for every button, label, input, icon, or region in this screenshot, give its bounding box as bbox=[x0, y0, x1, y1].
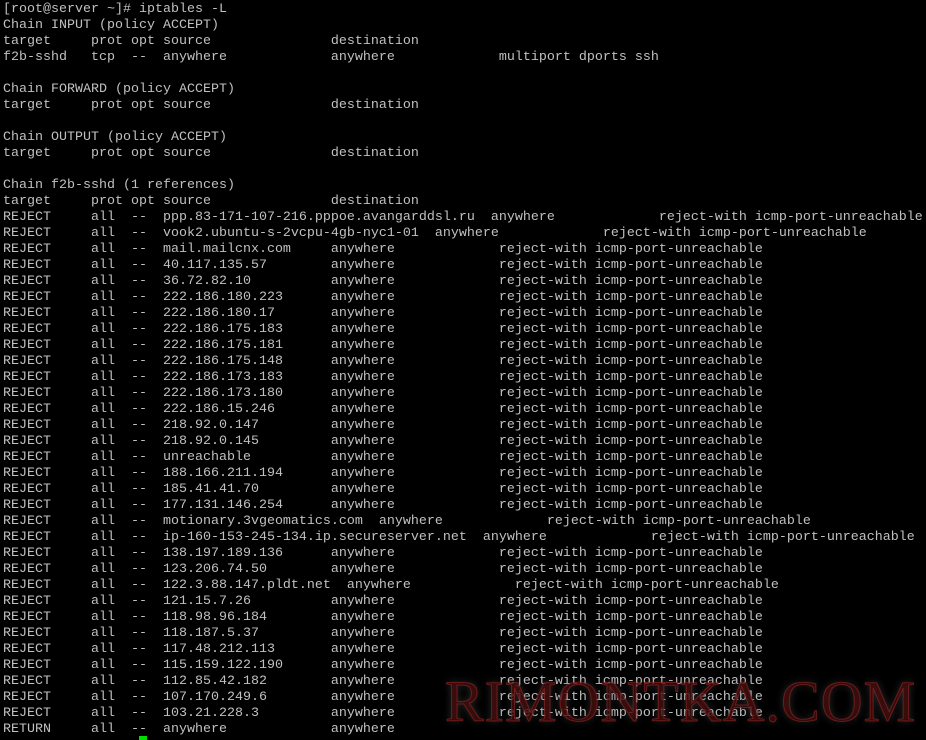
chain-header: Chain f2b-sshd (1 references) bbox=[3, 178, 235, 193]
rule-row: REJECT all -- 117.48.212.113 anywhere re… bbox=[3, 642, 763, 657]
terminal-output: [root@server ~]# iptables -L Chain INPUT … bbox=[3, 2, 923, 738]
rule-row: REJECT all -- unreachable anywhere rejec… bbox=[3, 450, 763, 465]
chain-header: Chain INPUT (policy ACCEPT) bbox=[3, 18, 219, 33]
rule-row: REJECT all -- 177.131.146.254 anywhere r… bbox=[3, 498, 763, 513]
rule-row: REJECT all -- 222.186.175.183 anywhere r… bbox=[3, 322, 763, 337]
rule-row: REJECT all -- 122.3.88.147.pldt.net anyw… bbox=[3, 578, 779, 593]
column-header-row: target prot opt source destination bbox=[3, 194, 419, 209]
rule-row: REJECT all -- 185.41.41.70 anywhere reje… bbox=[3, 482, 763, 497]
rule-row: REJECT all -- 138.197.189.136 anywhere r… bbox=[3, 546, 763, 561]
rule-row: REJECT all -- ip-160-153-245-134.ip.secu… bbox=[3, 530, 915, 545]
command-prompt-line: [root@server ~]# iptables -L bbox=[3, 2, 227, 17]
rule-row: REJECT all -- 222.186.180.17 anywhere re… bbox=[3, 306, 763, 321]
rule-row: REJECT all -- 112.85.42.182 anywhere rej… bbox=[3, 674, 763, 689]
chain-header: Chain OUTPUT (policy ACCEPT) bbox=[3, 130, 227, 145]
column-header-row: target prot opt source destination bbox=[3, 146, 419, 161]
chain-header: Chain FORWARD (policy ACCEPT) bbox=[3, 82, 235, 97]
rule-row: REJECT all -- 188.166.211.194 anywhere r… bbox=[3, 466, 763, 481]
column-header-row: target prot opt source destination bbox=[3, 34, 419, 49]
rule-row: REJECT all -- 123.206.74.50 anywhere rej… bbox=[3, 562, 763, 577]
rule-row: REJECT all -- 118.98.96.184 anywhere rej… bbox=[3, 610, 763, 625]
rule-row: REJECT all -- 40.117.135.57 anywhere rej… bbox=[3, 258, 763, 273]
terminal-window[interactable]: [root@server ~]# iptables -L Chain INPUT … bbox=[0, 0, 926, 740]
rule-row: REJECT all -- 222.186.175.148 anywhere r… bbox=[3, 354, 763, 369]
rule-row: REJECT all -- 121.15.7.26 anywhere rejec… bbox=[3, 594, 763, 609]
rule-row: REJECT all -- 218.92.0.147 anywhere reje… bbox=[3, 418, 763, 433]
column-header-row: target prot opt source destination bbox=[3, 98, 419, 113]
rule-row: REJECT all -- 118.187.5.37 anywhere reje… bbox=[3, 626, 763, 641]
rule-row: REJECT all -- 222.186.173.180 anywhere r… bbox=[3, 386, 763, 401]
rule-row: REJECT all -- mail.mailcnx.com anywhere … bbox=[3, 242, 763, 257]
rule-row: REJECT all -- 222.186.175.181 anywhere r… bbox=[3, 338, 763, 353]
rule-row: REJECT all -- 115.159.122.190 anywhere r… bbox=[3, 658, 763, 673]
rule-row: REJECT all -- 36.72.82.10 anywhere rejec… bbox=[3, 274, 763, 289]
rule-row: REJECT all -- ppp.83-171-107-216.pppoe.a… bbox=[3, 210, 923, 225]
rule-row: REJECT all -- motionary.3vgeomatics.com … bbox=[3, 514, 811, 529]
terminal-cursor bbox=[139, 736, 147, 740]
rule-row: REJECT all -- 222.186.180.223 anywhere r… bbox=[3, 290, 763, 305]
rule-row: REJECT all -- 218.92.0.145 anywhere reje… bbox=[3, 434, 763, 449]
rule-row: REJECT all -- 222.186.15.246 anywhere re… bbox=[3, 402, 763, 417]
rule-row: REJECT all -- 103.21.228.3 anywhere reje… bbox=[3, 706, 763, 721]
rule-row: REJECT all -- 107.170.249.6 anywhere rej… bbox=[3, 690, 763, 705]
rule-row: REJECT all -- 222.186.173.183 anywhere r… bbox=[3, 370, 763, 385]
rule-row: f2b-sshd tcp -- anywhere anywhere multip… bbox=[3, 50, 659, 65]
rule-row: REJECT all -- vook2.ubuntu-s-2vcpu-4gb-n… bbox=[3, 226, 867, 241]
